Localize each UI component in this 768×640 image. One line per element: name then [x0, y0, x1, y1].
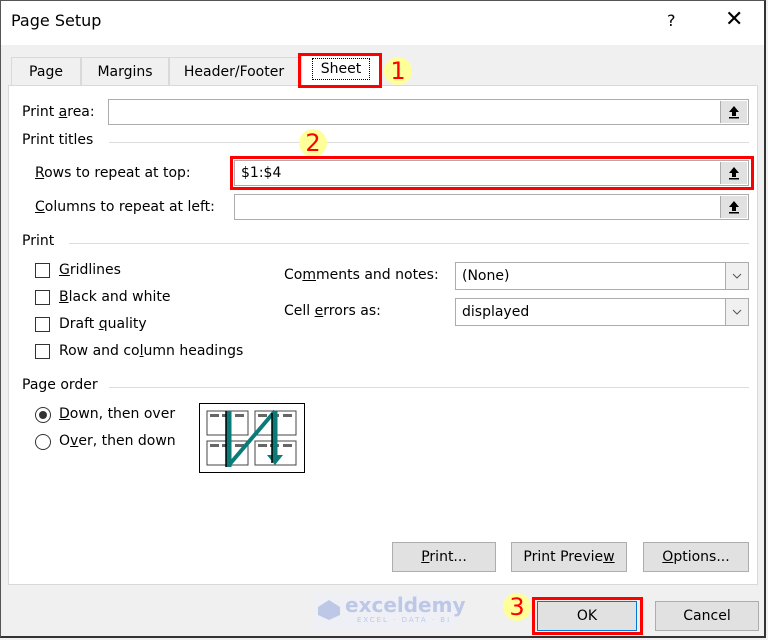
- print-area-label: Print area:: [22, 104, 95, 120]
- rows-repeat-input[interactable]: $1:$4: [234, 160, 749, 186]
- print-button[interactable]: Print...: [392, 542, 496, 572]
- collapse-arrow-icon: [729, 201, 739, 214]
- tab-sheet[interactable]: Sheet: [301, 53, 381, 86]
- ok-button[interactable]: OK: [537, 601, 637, 631]
- options-button[interactable]: Options...: [643, 542, 749, 572]
- rows-repeat-value: $1:$4: [241, 165, 282, 181]
- page-order-preview-icon: [199, 403, 305, 473]
- print-preview-button[interactable]: Print Preview: [511, 542, 627, 572]
- over-then-down-radio[interactable]: [35, 434, 51, 450]
- gridlines-label: Gridlines: [59, 262, 121, 278]
- watermark-name: exceldemy: [345, 593, 466, 617]
- row-col-headings-label: Row and column headings: [59, 343, 244, 359]
- page-order-separator: [109, 387, 749, 388]
- print-titles-heading: Print titles: [22, 132, 94, 148]
- collapse-arrow-icon: [729, 106, 739, 119]
- tab-sheet-label: Sheet: [311, 58, 371, 80]
- cols-repeat-collapse-button[interactable]: [720, 196, 747, 218]
- rows-repeat-collapse-button[interactable]: [720, 162, 747, 184]
- black-white-checkbox[interactable]: [35, 290, 50, 305]
- tab-page[interactable]: Page: [11, 57, 81, 85]
- cols-repeat-label: Columns to repeat at left:: [35, 199, 215, 215]
- draft-quality-label: Draft quality: [59, 316, 147, 332]
- print-heading: Print: [22, 233, 55, 249]
- black-white-label: Black and white: [59, 289, 171, 305]
- row-col-headings-checkbox[interactable]: [35, 344, 50, 359]
- comments-select[interactable]: (None): [455, 262, 749, 290]
- comments-label: Comments and notes:: [284, 267, 439, 283]
- collapse-arrow-icon: [729, 167, 739, 180]
- draft-quality-checkbox[interactable]: [35, 317, 50, 332]
- step-1-marker: 1: [384, 57, 412, 85]
- print-area-input[interactable]: [108, 99, 749, 125]
- page-setup-dialog: Page Setup ? ✕ Page Margins Header/Foote…: [0, 0, 766, 638]
- page-order-heading: Page order: [22, 377, 98, 393]
- print-titles-separator: [109, 142, 749, 143]
- cell-errors-label: Cell errors as:: [284, 303, 381, 319]
- chevron-down-icon[interactable]: [725, 299, 748, 325]
- tab-margins[interactable]: Margins: [81, 57, 169, 85]
- cancel-button[interactable]: Cancel: [655, 601, 759, 631]
- sheet-panel: Print area: Print titles 2 Rows to repea…: [8, 85, 758, 585]
- title-bar: Page Setup ? ✕: [1, 1, 764, 45]
- print-separator: [69, 243, 749, 244]
- step-3-marker: 3: [503, 593, 531, 621]
- down-then-over-radio[interactable]: [35, 407, 51, 423]
- down-then-over-label: Down, then over: [59, 406, 176, 422]
- tab-header-footer[interactable]: Header/Footer: [169, 57, 299, 85]
- help-button[interactable]: ?: [667, 11, 676, 30]
- watermark-tagline: EXCEL · DATA · BI: [357, 616, 452, 624]
- cols-repeat-input[interactable]: [234, 194, 749, 220]
- print-area-collapse-button[interactable]: [720, 101, 747, 123]
- cell-errors-select[interactable]: displayed: [455, 298, 749, 326]
- chevron-down-icon[interactable]: [725, 263, 748, 289]
- exceldemy-watermark: exceldemy EXCEL · DATA · BI: [313, 593, 466, 629]
- comments-value: (None): [462, 268, 510, 284]
- cell-errors-value: displayed: [462, 304, 530, 320]
- rows-repeat-label: Rows to repeat at top:: [35, 165, 191, 181]
- dialog-title: Page Setup: [11, 11, 102, 30]
- step-2-marker: 2: [299, 129, 327, 157]
- gridlines-checkbox[interactable]: [35, 263, 50, 278]
- close-button[interactable]: ✕: [725, 7, 743, 32]
- over-then-down-label: Over, then down: [59, 433, 176, 449]
- exceldemy-logo-icon: [318, 600, 340, 620]
